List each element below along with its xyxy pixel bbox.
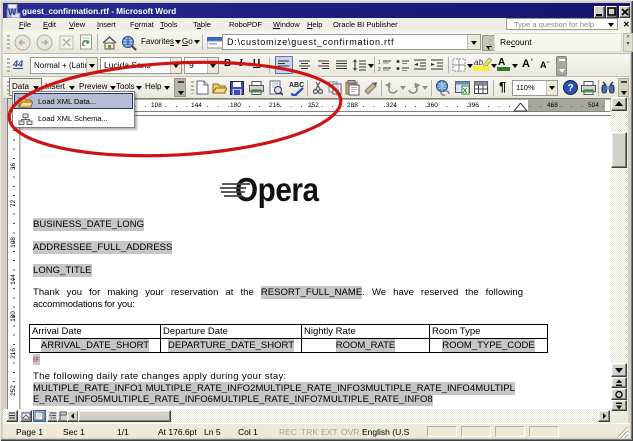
svg-text:2: 2 [378,67,381,72]
svg-text:W: W [8,7,17,17]
svg-text:?: ? [568,83,574,94]
svg-text:1: 1 [378,60,381,66]
svg-text:X: X [463,88,468,95]
